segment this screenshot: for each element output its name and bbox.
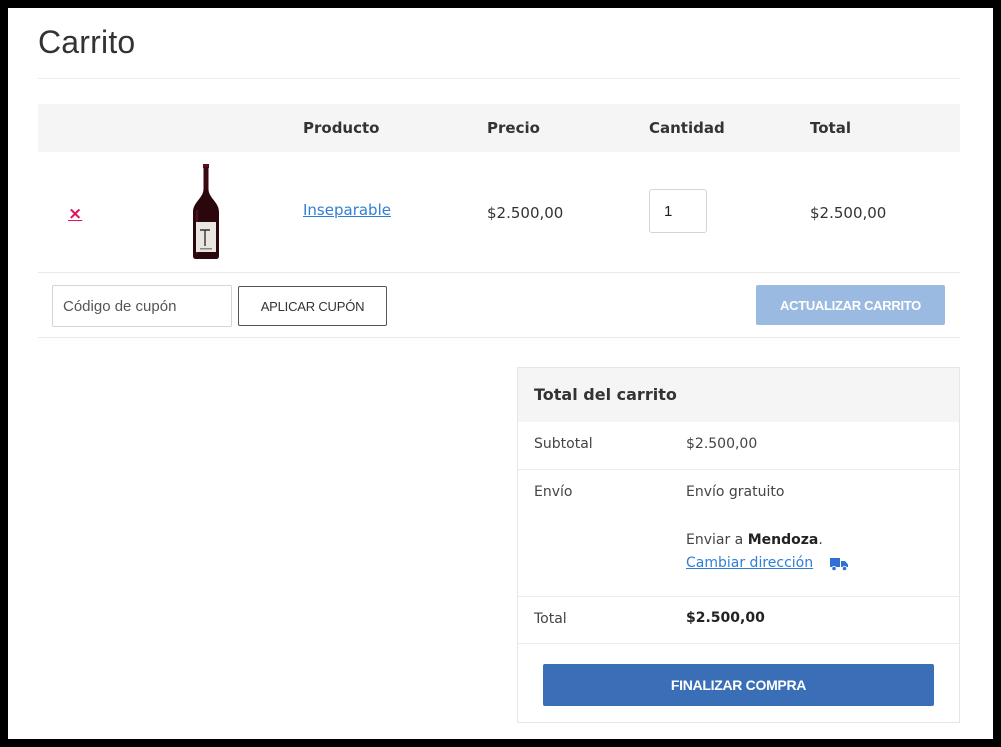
subtotal-label: Subtotal: [534, 436, 593, 452]
shipping-label: Envío: [534, 484, 573, 500]
checkout-button[interactable]: FINALIZAR COMPRA: [543, 664, 934, 706]
total-value: $2.500,00: [686, 610, 765, 626]
coupon-input[interactable]: [52, 285, 232, 327]
shipping-method: Envío gratuito: [686, 484, 785, 500]
update-cart-button[interactable]: ACTUALIZAR CARRITO: [756, 285, 945, 325]
total-label: Total: [534, 611, 567, 627]
remove-item-button[interactable]: ×: [68, 204, 82, 224]
subtotal-value: $2.500,00: [686, 436, 758, 452]
cart-table-header: Producto Precio Cantidad Total: [38, 104, 960, 152]
ship-to-text: Enviar a Mendoza.: [686, 532, 823, 548]
column-header-total: Total: [810, 119, 851, 137]
ship-to-suffix: .: [818, 532, 823, 548]
page-title: Carrito: [38, 24, 136, 60]
product-link[interactable]: Inseparable: [303, 201, 391, 219]
cart-totals: Total del carrito Subtotal $2.500,00 Env…: [517, 367, 960, 723]
item-price: $2.500,00: [487, 204, 564, 222]
apply-coupon-button[interactable]: APLICAR CUPÓN: [238, 286, 387, 326]
wine-bottle-thumbnail[interactable]: [188, 164, 224, 260]
table-row: × Inseparable $2.500,00 $2.500,00: [38, 152, 960, 273]
item-total: $2.500,00: [810, 204, 887, 222]
ship-to-prefix: Enviar a: [686, 532, 748, 548]
cart-totals-title: Total del carrito: [534, 385, 677, 404]
subtotal-row: Subtotal $2.500,00: [518, 422, 959, 470]
shipping-row: Envío Envío gratuito Enviar a Mendoza. C…: [518, 470, 959, 597]
change-address-link[interactable]: Cambiar dirección: [686, 555, 813, 571]
cart-actions: APLICAR CUPÓN ACTUALIZAR CARRITO: [38, 273, 960, 338]
ship-to-location: Mendoza: [747, 532, 819, 548]
browser-viewport: Carrito Producto Precio Cantidad Total ×…: [8, 8, 993, 739]
column-header-quantity: Cantidad: [649, 119, 725, 137]
total-row: Total $2.500,00: [518, 597, 959, 644]
column-header-price: Precio: [487, 119, 540, 137]
truck-icon[interactable]: [830, 557, 848, 571]
quantity-input[interactable]: [649, 189, 707, 233]
column-header-product: Producto: [303, 119, 380, 137]
title-divider: [38, 78, 960, 79]
cart-totals-header: Total del carrito: [518, 368, 959, 422]
